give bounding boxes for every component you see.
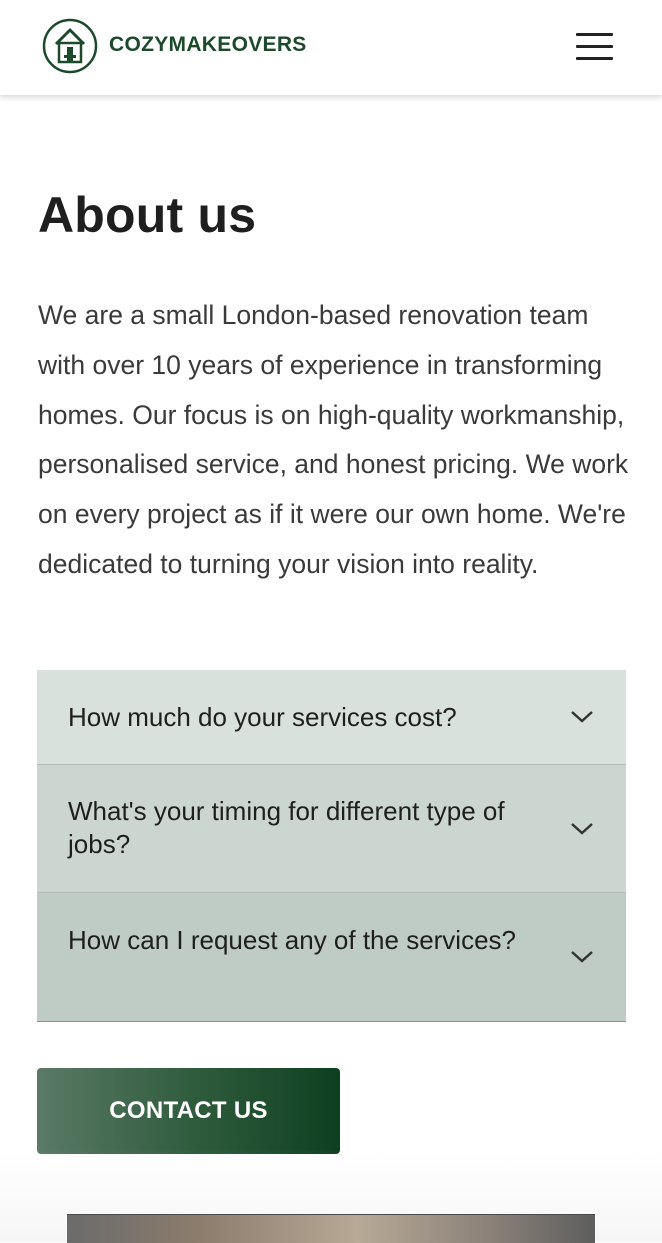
page-title: About us [38, 187, 257, 243]
faq-item-cost[interactable]: How much do your services cost? [37, 670, 626, 764]
faq-item-request[interactable]: How can I request any of the services? [37, 892, 626, 1021]
contact-us-button[interactable]: CONTACT US [37, 1068, 340, 1154]
chevron-down-icon[interactable] [570, 950, 594, 964]
brand-name[interactable]: COZYMAKEOVERS [109, 33, 307, 57]
faq-question: How much do your services cost? [68, 702, 457, 732]
faq-accordion: How much do your services cost? What's y… [37, 670, 626, 1022]
faq-question: How can I request any of the services? [68, 925, 517, 955]
site-header: COZYMAKEOVERS [0, 0, 662, 95]
hamburger-menu-icon[interactable] [570, 28, 618, 64]
faq-item-timing[interactable]: What's your timing for different type of… [37, 764, 626, 892]
project-image [67, 1214, 595, 1243]
chevron-down-icon[interactable] [570, 822, 594, 836]
house-logo-icon[interactable] [42, 18, 98, 74]
chevron-down-icon[interactable] [570, 710, 594, 724]
about-text: We are a small London-based renovation t… [38, 300, 629, 579]
faq-question: What's your timing for different type of… [68, 796, 505, 859]
